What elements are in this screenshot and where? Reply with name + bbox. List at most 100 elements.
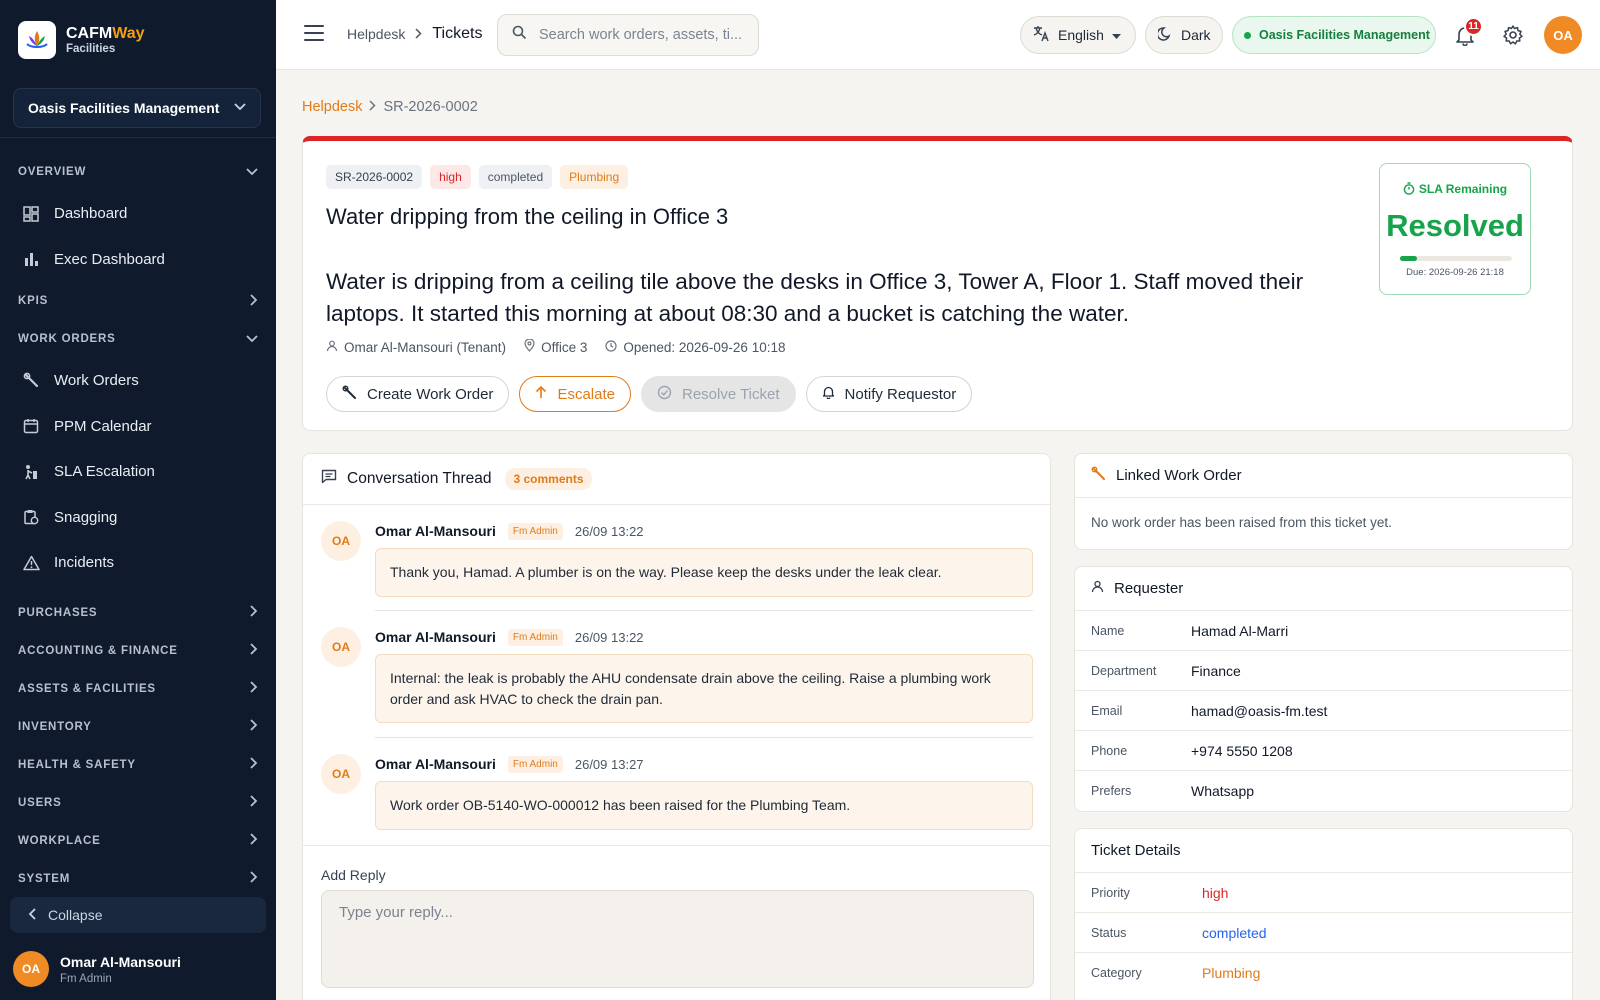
avatar: OA — [321, 627, 361, 667]
chevron-right-icon — [250, 833, 258, 848]
nav-section-label: OVERVIEW — [18, 166, 87, 178]
sidebar-user-role: Fm Admin — [60, 972, 112, 985]
theme-label: Dark — [1181, 27, 1211, 43]
search-box[interactable] — [497, 14, 759, 56]
sidebar-user[interactable]: OA Omar Al-Mansouri Fm Admin — [13, 951, 181, 987]
avatar[interactable]: OA — [1544, 16, 1582, 54]
requester-row: Name Hamad Al-Marri — [1075, 611, 1572, 651]
nav-section-inventory[interactable]: INVENTORY — [0, 708, 276, 746]
bell-icon — [822, 385, 835, 403]
linked-work-order-empty: No work order has been raised from this … — [1091, 515, 1392, 530]
sidebar-item-label: Work Orders — [54, 372, 139, 390]
language-selector[interactable]: English — [1020, 16, 1136, 54]
org-badge-label: Oasis Facilities Management — [1259, 28, 1430, 42]
nav-section-users[interactable]: USERS — [0, 784, 276, 822]
sidebar: CAFMWay Facilities Oasis Facilities Mana… — [0, 0, 276, 1000]
notify-requestor-button[interactable]: Notify Requestor — [805, 376, 973, 412]
breadcrumb-helpdesk-link[interactable]: Helpdesk — [302, 99, 362, 115]
nav-section-health[interactable]: HEALTH & SAFETY — [0, 746, 276, 784]
breadcrumb-current: SR-2026-0002 — [383, 99, 478, 115]
sidebar-item-label: Snagging — [54, 508, 118, 526]
requester-row: Email hamad@oasis-fm.test — [1075, 691, 1572, 731]
menu-icon[interactable] — [304, 25, 324, 45]
nav-section-workplace[interactable]: WORKPLACE — [0, 822, 276, 860]
bar-chart-icon — [22, 250, 40, 268]
lotus-logo-icon — [18, 21, 56, 59]
theme-toggle[interactable]: Dark — [1145, 16, 1223, 54]
comment-author: Omar Al-Mansouri — [375, 523, 496, 539]
priority-value: high — [1202, 884, 1229, 901]
nav-section-work-orders[interactable]: WORK ORDERS — [0, 320, 276, 358]
search-input[interactable] — [539, 27, 744, 43]
brand[interactable]: CAFMWay Facilities — [0, 0, 276, 80]
resolve-ticket-button[interactable]: Resolve Ticket — [640, 376, 796, 412]
resolve-label: Resolve Ticket — [681, 385, 780, 403]
sidebar-item-label: PPM Calendar — [54, 417, 152, 435]
sidebar-item-exec-dashboard[interactable]: Exec Dashboard — [0, 237, 276, 283]
nav-section-kpis[interactable]: KPIS — [0, 282, 276, 320]
field-label: Phone — [1091, 743, 1128, 758]
sidebar-item-incidents[interactable]: Incidents — [0, 540, 276, 586]
escalate-button[interactable]: Escalate — [519, 376, 631, 412]
field-value: Hamad Al-Marri — [1191, 622, 1289, 639]
breadcrumb-helpdesk[interactable]: Helpdesk — [347, 26, 405, 42]
requester-header: Requester — [1075, 567, 1572, 611]
sla-label: SLA Remaining — [1380, 182, 1530, 196]
sidebar-item-label: Incidents — [54, 554, 115, 572]
sidebar-item-sla-escalation[interactable]: SLA Escalation — [0, 449, 276, 495]
org-badge[interactable]: Oasis Facilities Management — [1232, 16, 1436, 54]
wrench-icon — [1091, 466, 1106, 485]
opened-meta-text: Opened: 2026-09-26 10:18 — [623, 339, 786, 355]
role-badge: Fm Admin — [507, 755, 563, 773]
status-value: completed — [1202, 924, 1267, 941]
gear-icon[interactable] — [1502, 24, 1524, 46]
sidebar-item-label: Exec Dashboard — [54, 250, 165, 268]
chevron-right-icon — [250, 719, 258, 734]
chevron-down-icon — [246, 332, 258, 346]
nav-section-accounting[interactable]: ACCOUNTING & FINANCE — [0, 632, 276, 670]
create-work-order-button[interactable]: Create Work Order — [326, 376, 510, 412]
sidebar-item-dashboard[interactable]: Dashboard — [0, 191, 276, 237]
chevron-right-icon — [250, 293, 258, 309]
conversation-header: Conversation Thread 3 comments — [303, 454, 1050, 505]
location-meta: Office 3 — [524, 338, 587, 355]
nav-section-assets[interactable]: ASSETS & FACILITIES — [0, 670, 276, 708]
status-dot-icon — [1244, 31, 1251, 39]
collapse-sidebar-button[interactable]: Collapse — [10, 897, 266, 933]
sidebar-item-label: SLA Escalation — [54, 463, 155, 481]
ticket-meta: Omar Al-Mansouri (Tenant) Office 3 Opene… — [326, 338, 786, 355]
comment-time: 26/09 13:22 — [574, 523, 644, 539]
chevron-right-icon — [250, 795, 258, 810]
field-value: Whatsapp — [1191, 783, 1255, 799]
sidebar-user-name: Omar Al-Mansouri — [60, 953, 181, 970]
reply-input[interactable] — [321, 890, 1034, 988]
comment-time: 26/09 13:27 — [574, 756, 644, 772]
sidebar-nav: OVERVIEW Dashboard Exec Dashboard KPIS W… — [0, 153, 276, 898]
priority-badge: high — [430, 165, 471, 189]
nav-section-label: SYSTEM — [18, 872, 71, 885]
requester-row: Phone +974 5550 1208 — [1075, 731, 1572, 771]
sla-panel: SLA Remaining Resolved Due: 2026-09-26 2… — [1379, 163, 1531, 295]
chevron-down-icon — [234, 102, 246, 114]
wrench-icon — [342, 385, 357, 404]
caret-down-icon — [1111, 27, 1121, 43]
ticket-details-card: Ticket Details Priority high Status comple… — [1074, 828, 1573, 1000]
search-icon — [512, 25, 527, 45]
ticket-detail-row: Category Plumbing — [1075, 953, 1572, 993]
sidebar-item-work-orders[interactable]: Work Orders — [0, 358, 276, 404]
avatar: OA — [13, 951, 49, 987]
warning-triangle-icon — [22, 554, 40, 572]
org-selector[interactable]: Oasis Facilities Management — [13, 88, 261, 128]
comment-body: Internal: the leak is probably the AHU c… — [375, 654, 1033, 723]
create-work-order-label: Create Work Order — [367, 385, 494, 403]
escalate-label: Escalate — [557, 385, 615, 403]
nav-section-label: ACCOUNTING & FINANCE — [18, 644, 178, 657]
nav-section-system[interactable]: SYSTEM — [0, 860, 276, 898]
sidebar-item-snagging[interactable]: Snagging — [0, 495, 276, 541]
sidebar-item-ppm-calendar[interactable]: PPM Calendar — [0, 404, 276, 450]
nav-section-label: USERS — [18, 796, 62, 809]
nav-section-purchases[interactable]: PURCHASES — [0, 594, 276, 632]
nav-section-overview[interactable]: OVERVIEW — [0, 153, 276, 191]
comment-header: Omar Al-Mansouri Fm Admin 26/09 13:27 — [375, 754, 644, 774]
ticket-actions: Create Work Order Escalate Resolve Ticke… — [326, 376, 973, 412]
